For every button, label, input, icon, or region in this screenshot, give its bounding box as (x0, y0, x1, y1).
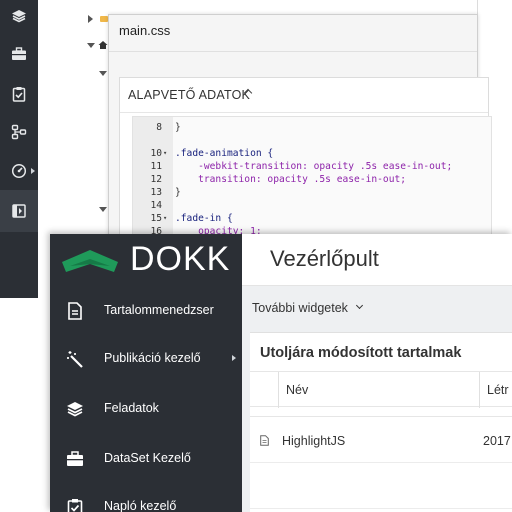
back-sidebar (0, 0, 38, 298)
sidebar-item-label: Publikáció kezelő (104, 351, 201, 365)
basic-data-panel: ALAPVETŐ ADATOK 8} 10 ▾ .fade-animation {11… (119, 77, 492, 256)
dashboard-main: További widgetek Utoljára módosított tar… (242, 286, 512, 512)
sign-out-icon (0, 197, 38, 225)
sidebar-item-publikacio-kezelo[interactable]: Publikáció kezelő (50, 334, 242, 384)
column-header-created[interactable]: Létr (487, 383, 509, 397)
logo-text: DOKK (130, 240, 231, 278)
dokk-dashboard-window: DOKK Tartalommenedzser Publikáció kezelő… (50, 234, 512, 512)
line-number: 8 (156, 122, 162, 133)
main-sidebar: Tartalommenedzser Publikáció kezelő Fela… (50, 286, 242, 512)
briefcase-icon[interactable] (0, 40, 38, 68)
file-icon (260, 435, 269, 446)
sidebar-item-naplo-kezelo[interactable]: Napló kezelő (50, 482, 242, 512)
line-number: 11 (150, 161, 162, 172)
code-line[interactable]: 15 ▾ .fade-in { (133, 212, 491, 225)
sidebar-item-tartalommenedzser[interactable]: Tartalommenedzser (50, 286, 242, 336)
code-line[interactable]: 14 (133, 199, 491, 212)
submenu-caret-icon (232, 355, 236, 361)
card-title: Utoljára módosított tartalmak (260, 345, 462, 361)
chevron-down-icon[interactable] (355, 301, 364, 310)
table-row[interactable] (250, 463, 512, 509)
collapse-arrow-icon[interactable] (99, 207, 107, 212)
sidebar-item-label: Tartalommenedzser (104, 303, 214, 317)
layers-icon[interactable] (0, 2, 38, 30)
folder-icon (100, 16, 108, 22)
table-header: Név Létr (250, 371, 512, 408)
line-number: 14 (150, 200, 162, 211)
collapse-arrow-icon[interactable] (87, 43, 95, 48)
fold-toggle-icon[interactable]: ▾ (163, 147, 171, 160)
sidebar-item-label: DataSet Kezelő (104, 451, 191, 465)
more-widgets-button[interactable]: További widgetek (252, 301, 348, 315)
code-text: .fade-in { (175, 213, 233, 224)
column-divider (278, 372, 279, 408)
line-number: 15 (150, 213, 162, 224)
code-line[interactable]: 8} (133, 121, 491, 134)
dokk-logo-icon (62, 250, 118, 272)
sidebar-item-feladatok[interactable]: Feladatok (50, 384, 242, 434)
line-number: 10 (150, 148, 162, 159)
recent-content-card: Utoljára módosított tartalmak Név Létr H… (250, 332, 512, 512)
document-icon (68, 302, 82, 320)
code-line[interactable]: 11 -webkit-transition: opacity .5s ease-… (133, 160, 491, 173)
line-number: 13 (150, 187, 162, 198)
clipboard-icon (67, 499, 83, 512)
home-icon (98, 41, 108, 49)
magic-wand-icon (67, 351, 83, 368)
code-text: .fade-animation { (175, 148, 274, 159)
table-row[interactable]: HighlightJS 2017 (250, 417, 512, 463)
code-line[interactable]: 13} (133, 186, 491, 199)
expand-arrow-icon[interactable] (88, 15, 93, 23)
briefcase-icon (67, 451, 83, 466)
row-created-date: 2017 (483, 434, 511, 448)
sidebar-item-label: Feladatok (104, 401, 159, 415)
submenu-caret-icon (31, 168, 35, 174)
fold-toggle-icon[interactable]: ▾ (163, 212, 171, 225)
sitemap-icon[interactable] (0, 118, 38, 146)
clipboard-check-icon[interactable] (0, 80, 38, 108)
code-text: -webkit-transition: opacity .5s ease-in-… (175, 161, 453, 172)
page-title: Vezérlőpult (270, 246, 379, 271)
sidebar-item-label: Napló kezelő (104, 499, 177, 512)
column-header-name[interactable]: Név (286, 383, 308, 397)
file-edit-modal: main.css ALAPVETŐ ADATOK 8} 10 ▾ .fade-anim… (108, 14, 492, 256)
table-row[interactable] (250, 407, 512, 417)
code-line[interactable]: 12 transition: opacity .5s ease-in-out; (133, 173, 491, 186)
logo[interactable]: DOKK (50, 234, 242, 286)
row-title-link[interactable]: HighlightJS (282, 434, 345, 448)
collapse-arrow-icon[interactable] (99, 71, 107, 76)
sidebar-active-item[interactable] (0, 190, 38, 232)
code-text: } (175, 122, 181, 133)
page-header: Vezérlőpult (242, 234, 512, 286)
sidebar-item-dataset-kezelo[interactable]: DataSet Kezelő (50, 434, 242, 484)
layers-icon (67, 402, 83, 417)
line-number: 12 (150, 174, 162, 185)
code-line[interactable]: 10 ▾ .fade-animation { (133, 147, 491, 160)
code-text: transition: opacity .5s ease-in-out; (175, 174, 407, 185)
divider (109, 51, 477, 52)
panel-heading[interactable]: ALAPVETŐ ADATOK (128, 88, 250, 102)
column-divider (479, 372, 480, 408)
code-text: } (175, 187, 181, 198)
modal-title: main.css (119, 23, 171, 38)
divider (120, 112, 488, 113)
